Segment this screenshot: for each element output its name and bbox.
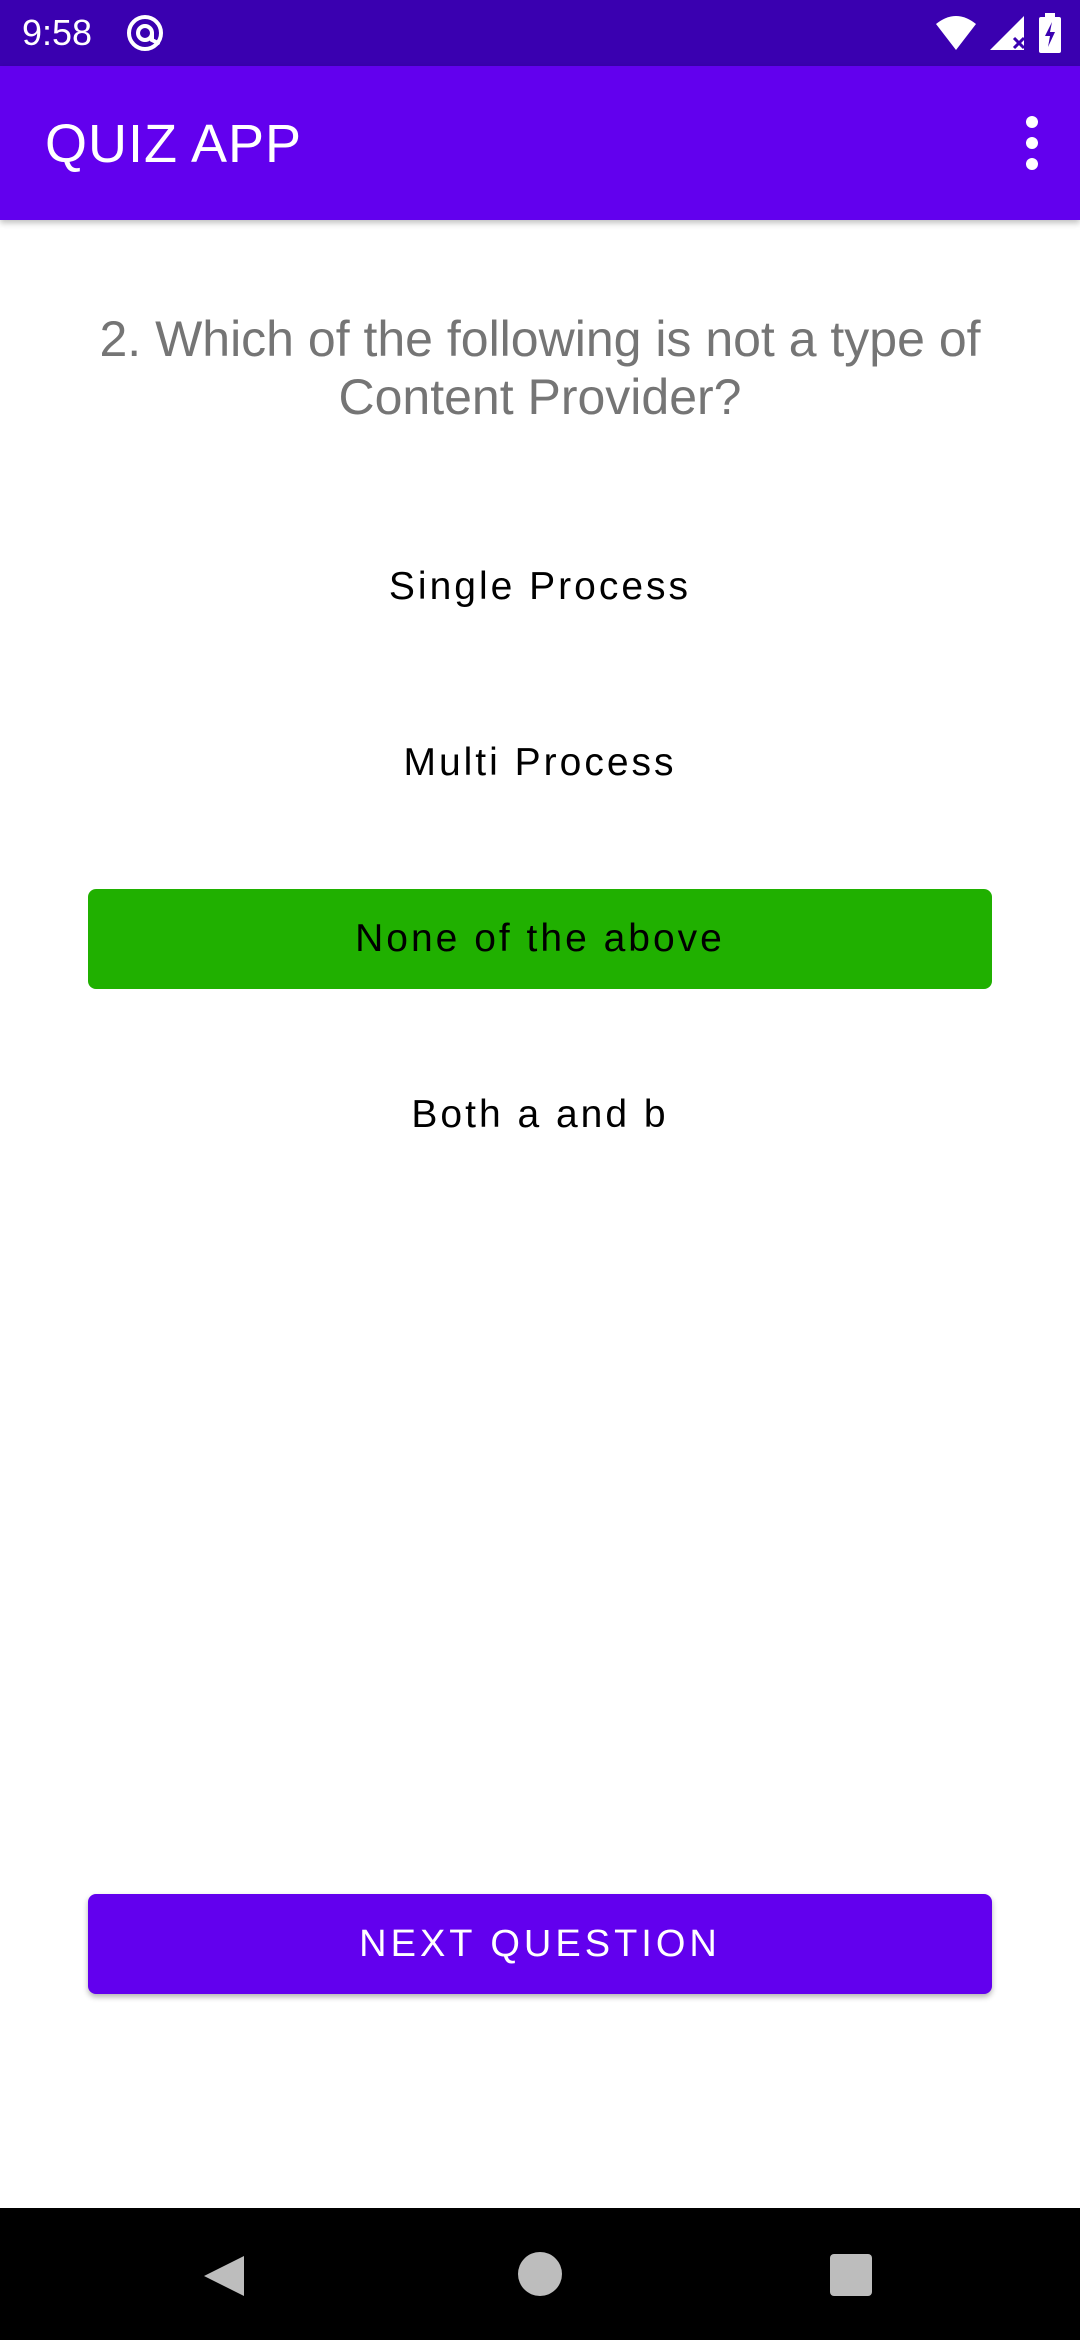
navigation-bar xyxy=(0,2208,1080,2340)
status-icons xyxy=(934,12,1062,54)
option-none-of-the-above[interactable]: None of the above xyxy=(88,889,992,989)
battery-charging-icon xyxy=(1039,13,1061,53)
app-title: QUIZ APP xyxy=(45,114,303,174)
question-text: 2. Which of the following is not a type … xyxy=(99,311,981,425)
next-question-button[interactable]: NEXT QUESTION xyxy=(88,1894,992,1994)
recents-icon[interactable] xyxy=(830,2254,872,2296)
at-sign-icon xyxy=(127,15,163,51)
wifi-icon xyxy=(936,16,976,50)
status-bar: 9:58 xyxy=(0,0,1080,66)
more-vert-icon[interactable] xyxy=(1012,112,1052,174)
home-icon[interactable] xyxy=(518,2252,562,2296)
option-single-process[interactable]: Single Process xyxy=(88,537,992,637)
signal-icon xyxy=(990,16,1026,50)
app-bar: QUIZ APP xyxy=(0,66,1080,220)
option-both-a-and-b[interactable]: Both a and b xyxy=(88,1065,992,1165)
status-time: 9:58 xyxy=(22,12,93,53)
back-icon[interactable] xyxy=(200,2252,248,2300)
option-multi-process[interactable]: Multi Process xyxy=(88,713,992,813)
